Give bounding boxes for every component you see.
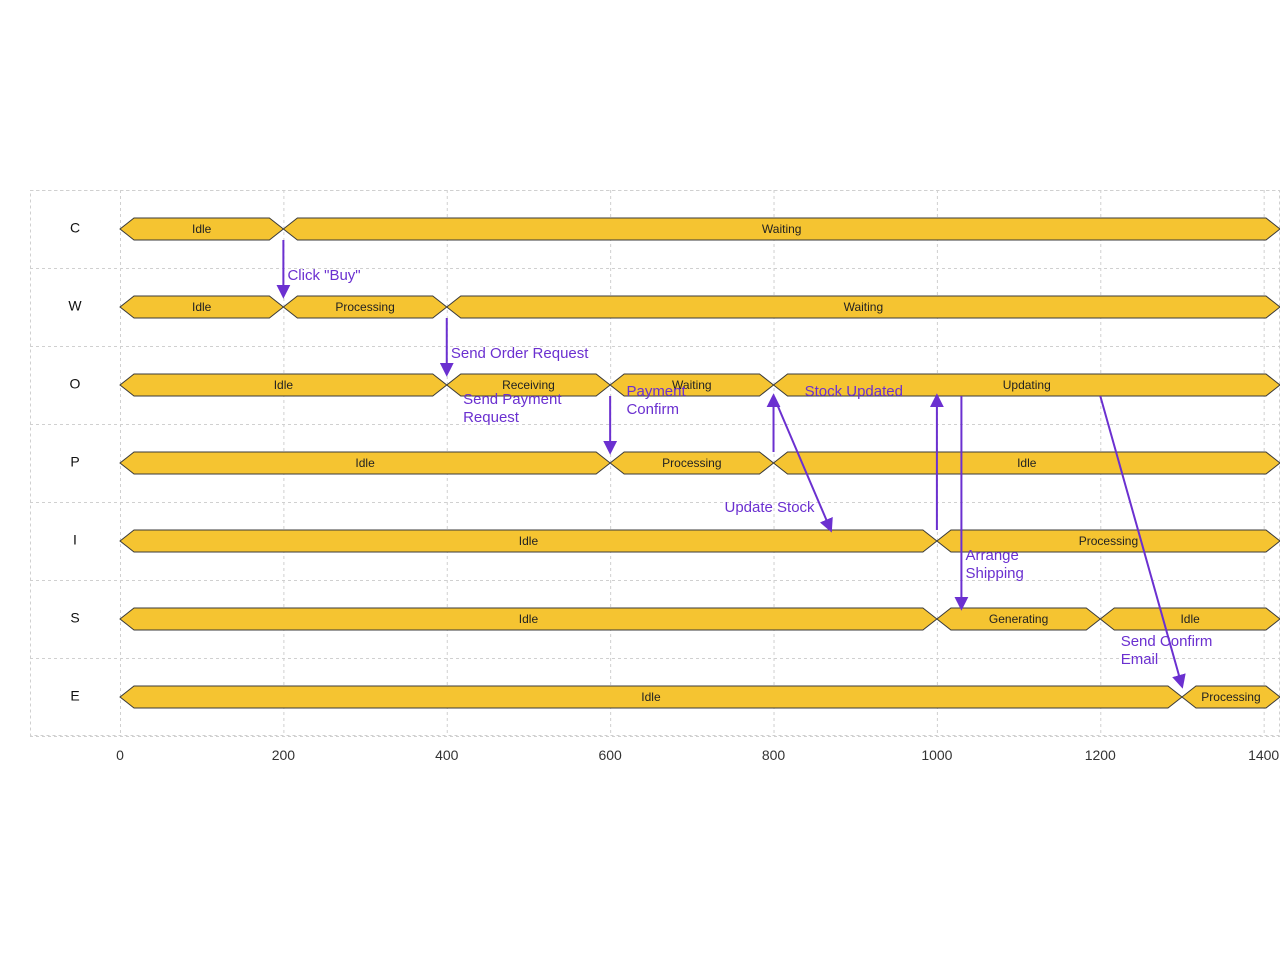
- segment-label: Idle: [1180, 612, 1200, 626]
- segment-label: Processing: [1079, 534, 1138, 548]
- segment-label: Processing: [335, 300, 394, 314]
- x-tick-label: 200: [272, 747, 296, 763]
- lane-label: O: [70, 376, 81, 392]
- segment-label: Waiting: [762, 222, 802, 236]
- message-label: Confirm: [626, 401, 679, 418]
- lane-label: I: [73, 532, 77, 548]
- segment-label: Idle: [519, 534, 539, 548]
- message-label: Click "Buy": [287, 267, 360, 284]
- timing-diagram: C W O P I S E Idle Waiting Idle Processing Waiting I…: [30, 190, 1280, 730]
- segment-label: Processing: [1201, 690, 1260, 704]
- message-label: Stock Updated: [805, 383, 903, 400]
- message-label: Send Confirm: [1121, 633, 1213, 650]
- x-tick-label: 800: [762, 747, 786, 763]
- segment-label: Processing: [662, 456, 721, 470]
- lane-label: E: [70, 688, 79, 704]
- x-tick-label: 1000: [921, 747, 952, 763]
- message-label: Email: [1121, 651, 1159, 668]
- lane-label: S: [70, 610, 79, 626]
- segment-label: Waiting: [844, 300, 884, 314]
- lane-label: P: [70, 454, 79, 470]
- x-tick-label: 1200: [1085, 747, 1116, 763]
- segment-label: Idle: [192, 222, 212, 236]
- segment-label: Idle: [355, 456, 375, 470]
- lane-label: C: [70, 220, 80, 236]
- segment-label: Idle: [641, 690, 661, 704]
- message-label: Send Payment: [463, 391, 562, 408]
- x-tick-label: 400: [435, 747, 459, 763]
- segment-label: Idle: [1017, 456, 1037, 470]
- lane-label: W: [68, 298, 82, 314]
- message-label: Request: [463, 409, 520, 426]
- x-tick-label: 1400: [1248, 747, 1279, 763]
- segment-label: Generating: [989, 612, 1048, 626]
- x-tick-label: 600: [598, 747, 622, 763]
- x-tick-label: 0: [116, 747, 124, 763]
- message-label: Shipping: [965, 565, 1023, 582]
- message-label: Update Stock: [725, 499, 816, 516]
- segment-label: Idle: [274, 378, 294, 392]
- message-label: Payment: [626, 383, 686, 400]
- segment-label: Idle: [192, 300, 212, 314]
- message-label: Send Order Request: [451, 345, 589, 362]
- segment-label: Idle: [519, 612, 539, 626]
- message-label: Arrange: [965, 547, 1018, 564]
- segment-label: Updating: [1003, 378, 1051, 392]
